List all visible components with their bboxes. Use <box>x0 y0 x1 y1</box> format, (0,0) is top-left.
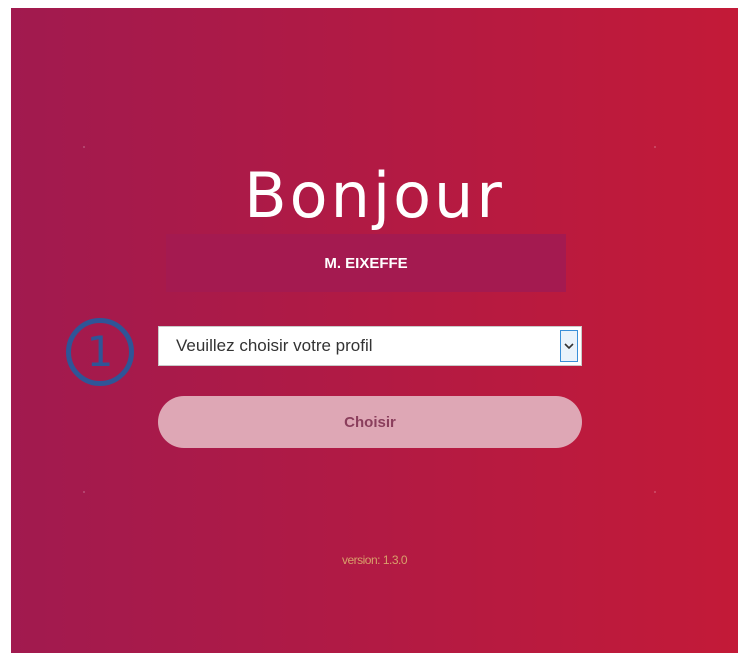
decorative-dot <box>654 491 656 493</box>
version-label: version: 1.3.0 <box>341 553 408 567</box>
user-name-banner: M. EIXEFFE <box>166 234 566 292</box>
profile-select-value: Veuillez choisir votre profil <box>176 336 373 355</box>
greeting-title: Bonjour <box>244 159 505 232</box>
decorative-dot <box>83 146 85 148</box>
choose-button[interactable]: Choisir <box>158 396 582 448</box>
login-panel: Bonjour M. EIXEFFE 1 Veuillez choisir vo… <box>11 8 738 653</box>
profile-select[interactable]: Veuillez choisir votre profil <box>158 326 582 366</box>
chevron-down-icon[interactable] <box>560 330 578 362</box>
decorative-dot <box>83 491 85 493</box>
step-number-badge: 1 <box>66 318 134 386</box>
user-name: M. EIXEFFE <box>324 254 408 272</box>
decorative-dot <box>654 146 656 148</box>
